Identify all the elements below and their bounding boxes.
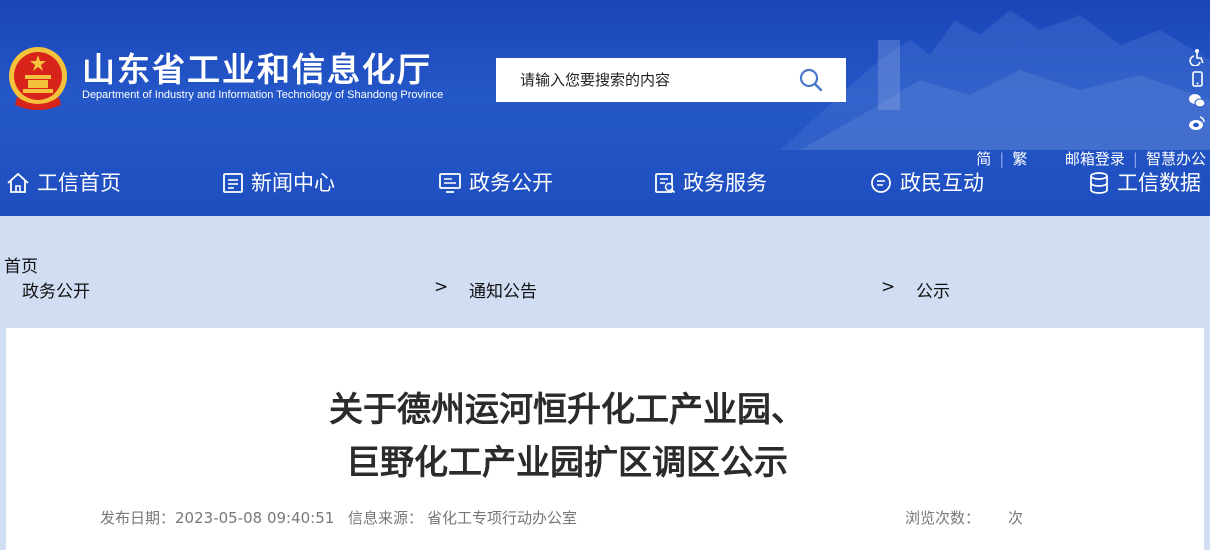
- breadcrumb-item[interactable]: 通知公告: [469, 277, 537, 302]
- nav-gov-affairs[interactable]: 政务公开: [438, 168, 553, 198]
- wechat-icon[interactable]: [1188, 92, 1208, 114]
- info-source: 信息来源： 省化工专项行动办公室: [348, 507, 577, 528]
- source-label: 信息来源：: [348, 509, 424, 527]
- divider: |: [1132, 150, 1138, 168]
- article-title-line2: 巨野化工产业园扩区调区公示: [346, 443, 788, 483]
- service-icon: [655, 173, 676, 194]
- top-links: 简 | 繁 邮箱登录 | 智慧办公: [976, 148, 1206, 169]
- search-input[interactable]: [496, 58, 800, 102]
- nav-news[interactable]: 新闻中心: [222, 168, 335, 198]
- home-icon: [7, 172, 29, 193]
- smart-office-link[interactable]: 智慧办公: [1146, 150, 1206, 168]
- publish-label: 发布日期：: [100, 509, 176, 527]
- search-box: [496, 58, 846, 102]
- mobile-icon[interactable]: [1188, 70, 1208, 92]
- nav-home[interactable]: 工信首页: [6, 168, 121, 198]
- accessibility-icon[interactable]: [1188, 48, 1208, 70]
- article-title-line1: 关于德州运河恒升化工产业园、: [329, 390, 805, 430]
- nav-label: 工信数据: [1117, 171, 1201, 195]
- nav-label: 政务公开: [469, 171, 553, 195]
- database-icon: [1090, 172, 1108, 194]
- view-count: 浏览次数： 次: [905, 507, 1023, 528]
- national-emblem: [9, 47, 67, 110]
- breadcrumb-item[interactable]: 公示: [916, 277, 950, 302]
- site-header: 山东省工业和信息化厅 Department of Industry and In…: [0, 0, 1210, 216]
- nav-label: 政务服务: [683, 171, 767, 195]
- breadcrumb-separator: >: [881, 277, 896, 297]
- monitor-icon: [439, 173, 461, 193]
- nav-label: 工信首页: [37, 171, 121, 195]
- breadcrumb-home[interactable]: 首页: [4, 252, 38, 277]
- nav-label: 新闻中心: [251, 171, 335, 195]
- views-unit: 次: [1008, 509, 1024, 527]
- nav-label: 政民互动: [900, 171, 984, 195]
- traditional-link[interactable]: 繁: [1012, 150, 1027, 168]
- publish-date: 发布日期：2023-05-08 09:40:51: [100, 507, 334, 528]
- source-value: 省化工专项行动办公室: [427, 509, 578, 527]
- site-subtitle: Department of Industry and Information T…: [82, 89, 444, 101]
- side-toolbar: [1188, 48, 1208, 136]
- views-label: 浏览次数：: [905, 509, 981, 527]
- breadcrumb-separator: >: [434, 277, 449, 297]
- simplified-link[interactable]: 简: [976, 150, 991, 168]
- site-title: 山东省工业和信息化厅: [82, 50, 432, 89]
- nav-data[interactable]: 工信数据: [1088, 168, 1201, 198]
- chat-icon: [871, 173, 891, 193]
- divider: |: [999, 150, 1005, 168]
- weibo-icon[interactable]: [1188, 114, 1208, 136]
- news-icon: [223, 173, 243, 193]
- mail-login-link[interactable]: 邮箱登录: [1065, 150, 1125, 168]
- search-icon[interactable]: [798, 67, 824, 93]
- nav-gov-service[interactable]: 政务服务: [654, 168, 767, 198]
- publish-value: 2023-05-08 09:40:51: [175, 509, 335, 527]
- nav-interaction[interactable]: 政民互动: [870, 168, 984, 198]
- breadcrumb-item[interactable]: 政务公开: [22, 277, 90, 302]
